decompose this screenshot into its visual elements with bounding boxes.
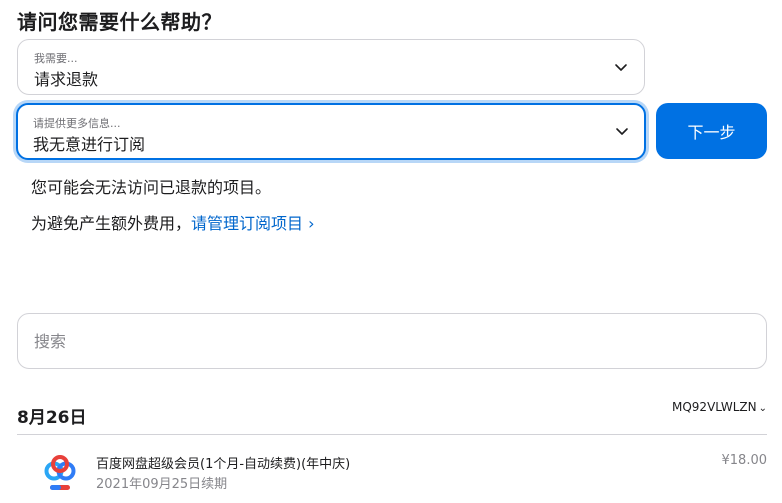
divider — [17, 434, 767, 435]
order-id-toggle[interactable]: MQ92VLWLZN ⌄ — [672, 400, 767, 414]
chevron-down-icon — [616, 128, 628, 135]
refund-request-page: 请问您需要什么帮助？ 我需要... 请求退款 请提供更多信息... 我无意进行订… — [0, 0, 782, 503]
detail-select[interactable]: 请提供更多信息... 我无意进行订阅 — [16, 103, 646, 160]
reason-select-value: 请求退款 — [34, 70, 99, 89]
item-title: 百度网盘超级会员(1个月-自动续费)(年中庆) — [96, 457, 351, 472]
notice-prefix: 为避免产生额外费用， — [31, 214, 192, 233]
page-title: 请问您需要什么帮助？ — [17, 10, 222, 34]
manage-subscription-notice: 为避免产生额外费用，请管理订阅项目 › — [31, 210, 315, 234]
next-step-button[interactable]: 下一步 — [656, 103, 767, 159]
reason-select[interactable]: 我需要... 请求退款 — [17, 39, 645, 95]
manage-subscriptions-link[interactable]: 请管理订阅项目 › — [191, 214, 315, 233]
order-date: 8月26日 — [17, 408, 87, 428]
baidu-netdisk-icon — [44, 455, 76, 490]
chevron-down-icon — [615, 64, 627, 71]
item-price: ¥18.00 — [721, 453, 768, 468]
chevron-down-icon: ⌄ — [758, 403, 767, 414]
refund-access-notice: 您可能会无法访问已退款的项目。 — [31, 178, 272, 197]
search-input[interactable] — [17, 313, 767, 369]
detail-select-value: 我无意进行订阅 — [33, 135, 146, 154]
item-renewal-date: 2021年09月25日续期 — [96, 477, 228, 492]
detail-select-label: 请提供更多信息... — [33, 117, 121, 130]
order-id: MQ92VLWLZN — [672, 400, 757, 414]
reason-select-label: 我需要... — [34, 52, 78, 65]
